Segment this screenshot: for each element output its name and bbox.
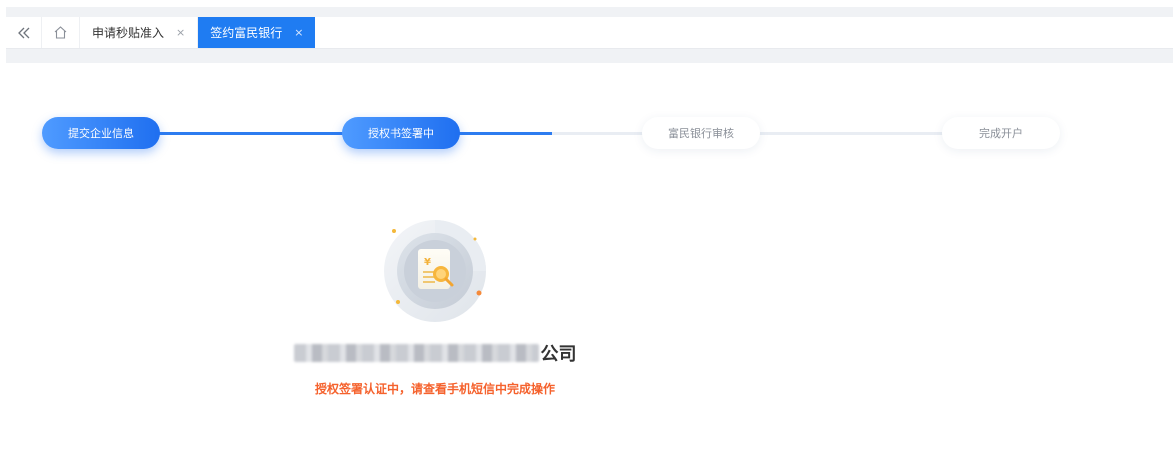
- step-bank-review: 富民银行审核: [642, 117, 760, 149]
- home-tab-button[interactable]: [42, 17, 80, 48]
- svg-text:¥: ¥: [424, 257, 431, 268]
- double-chevron-left-icon: [17, 27, 29, 38]
- page: 申请秒贴准入 × 签约富民银行 × 提交企业信息 授权书签署中 富民银行审核 完…: [0, 0, 1173, 468]
- company-name: 公司: [260, 340, 610, 366]
- tab-apply-access[interactable]: 申请秒贴准入 ×: [80, 17, 199, 48]
- tab-label: 申请秒贴准入: [92, 26, 165, 40]
- step-submit-info: 提交企业信息: [42, 117, 160, 149]
- step-label: 授权书签署中: [368, 127, 434, 140]
- company-name-suffix: 公司: [540, 344, 577, 365]
- step-label: 提交企业信息: [68, 127, 134, 140]
- tab-label: 签约富民银行: [210, 26, 283, 40]
- top-band: [6, 7, 1173, 17]
- home-icon: [54, 26, 67, 39]
- masked-company-name: [293, 344, 539, 362]
- status-message: 授权签署认证中，请查看手机短信中完成操作: [314, 382, 555, 396]
- step-connector: [150, 132, 360, 135]
- progress-stepper: 提交企业信息 授权书签署中 富民银行审核 完成开户: [0, 113, 1173, 153]
- tab-sign-bank[interactable]: 签约富民银行 ×: [198, 17, 316, 48]
- step-account-complete: 完成开户: [942, 117, 1060, 149]
- step-connector: [452, 132, 552, 135]
- close-icon[interactable]: ×: [176, 26, 185, 39]
- step-connector: [752, 132, 952, 135]
- content-top-band: [6, 49, 1173, 63]
- close-icon[interactable]: ×: [294, 26, 303, 39]
- collapse-tabs-button[interactable]: [6, 17, 42, 48]
- certificate-stamp-icon: ¥: [380, 216, 490, 326]
- tab-bar: 申请秒贴准入 × 签约富民银行 ×: [6, 17, 1173, 49]
- step-label: 富民银行审核: [668, 127, 734, 140]
- step-connector: [552, 132, 652, 135]
- step-label: 完成开户: [979, 127, 1023, 140]
- step-authorization-signing: 授权书签署中: [342, 117, 460, 149]
